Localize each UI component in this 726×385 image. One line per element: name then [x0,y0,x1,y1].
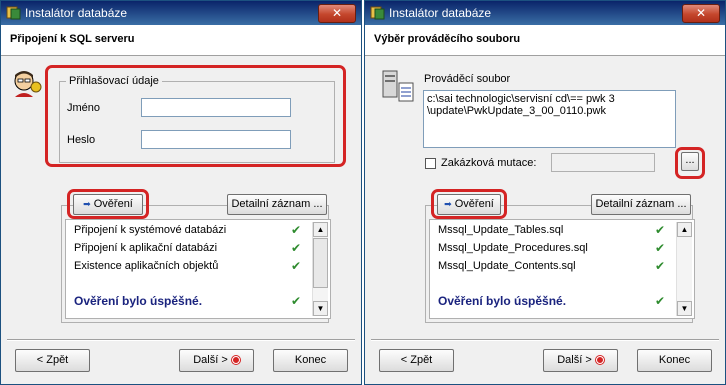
right-back-button[interactable]: < Zpět [379,349,454,372]
left-page-title: Připojení k SQL serveru [10,33,135,45]
file-item: Mssql_Update_Tables.sql [438,224,564,236]
file-item: Mssql_Update_Contents.sql [438,260,576,272]
check-ok-icon: ✔ [655,241,666,255]
left-end-button[interactable]: Konec [273,349,348,372]
exec-file-path-field[interactable]: c:\sai technologic\servisní cd\== pwk 3 … [423,90,676,148]
success-ok-icon: ✔ [291,294,302,308]
right-installer-window: Instalátor databáze ✕ Výběr prováděcího … [364,0,726,385]
file-item: Mssql_Update_Procedures.sql [438,242,588,254]
left-detail-log-button[interactable]: Detailní záznam ... [227,194,327,215]
browse-highlight [675,147,705,179]
left-next-label: Další > [193,354,228,366]
right-page-title: Výběr prováděcího souboru [374,33,521,45]
scroll-up-arrow-icon[interactable]: ▲ [677,222,692,237]
check-ok-icon: ✔ [655,259,666,273]
left-installer-window: Instalátor databáze ✕ Připojení k SQL se… [0,0,362,385]
left-check-list: Připojení k systémové databázi ✔ Připoje… [65,219,331,319]
right-list-scrollbar[interactable]: ▲ ▼ [676,222,692,316]
next-marker-icon [595,356,604,365]
check-item: Připojení k systémové databázi [74,224,227,236]
check-item: Existence aplikačních objektů [74,260,219,272]
check-ok-icon: ✔ [291,241,302,255]
database-file-icon [382,70,414,102]
left-list-scrollbar[interactable]: ▲ ▼ [312,222,328,316]
installer-app-icon [370,6,385,20]
custom-mutation-checkbox[interactable] [425,158,436,169]
right-title-bar[interactable]: Instalátor databáze ✕ [365,1,725,25]
left-close-button[interactable]: ✕ [318,4,356,23]
scroll-thumb[interactable] [313,238,328,288]
left-page-header: Připojení k SQL serveru [1,25,361,56]
scroll-up-arrow-icon[interactable]: ▲ [313,222,328,237]
left-back-button[interactable]: < Zpět [15,349,90,372]
right-next-label: Další > [557,354,592,366]
custom-mutation-field[interactable] [551,153,655,172]
right-page-header: Výběr prováděcího souboru [365,25,725,56]
right-detail-log-button[interactable]: Detailní záznam ... [591,194,691,215]
installer-app-icon [6,6,21,20]
user-login-icon [14,71,42,97]
scroll-down-arrow-icon[interactable]: ▼ [677,301,692,316]
verification-success-text: Ověření bylo úspěšné. [74,294,203,308]
check-item: Připojení k aplikační databázi [74,242,218,254]
login-group-highlight [45,65,346,167]
check-ok-icon: ✔ [291,259,302,273]
left-window-title: Instalátor databáze [25,6,128,20]
custom-mutation-label: Zakázková mutace: [441,157,537,169]
right-verify-highlight [431,189,507,219]
left-title-bar[interactable]: Instalátor databáze ✕ [1,1,361,25]
right-next-button[interactable]: Další > [543,349,618,372]
left-verify-highlight [67,189,149,219]
exec-file-label: Prováděcí soubor [424,73,511,85]
verification-success-text: Ověření bylo úspěšné. [438,294,567,308]
left-footer-separator [7,339,355,341]
right-footer-separator [371,339,719,341]
right-close-button[interactable]: ✕ [682,4,720,23]
next-marker-icon [231,356,240,365]
right-end-button[interactable]: Konec [637,349,712,372]
check-ok-icon: ✔ [291,223,302,237]
right-window-title: Instalátor databáze [389,6,492,20]
left-next-button[interactable]: Další > [179,349,254,372]
check-ok-icon: ✔ [655,223,666,237]
success-ok-icon: ✔ [655,294,666,308]
scroll-down-arrow-icon[interactable]: ▼ [313,301,328,316]
right-file-list: Mssql_Update_Tables.sql ✔ Mssql_Update_P… [429,219,695,319]
